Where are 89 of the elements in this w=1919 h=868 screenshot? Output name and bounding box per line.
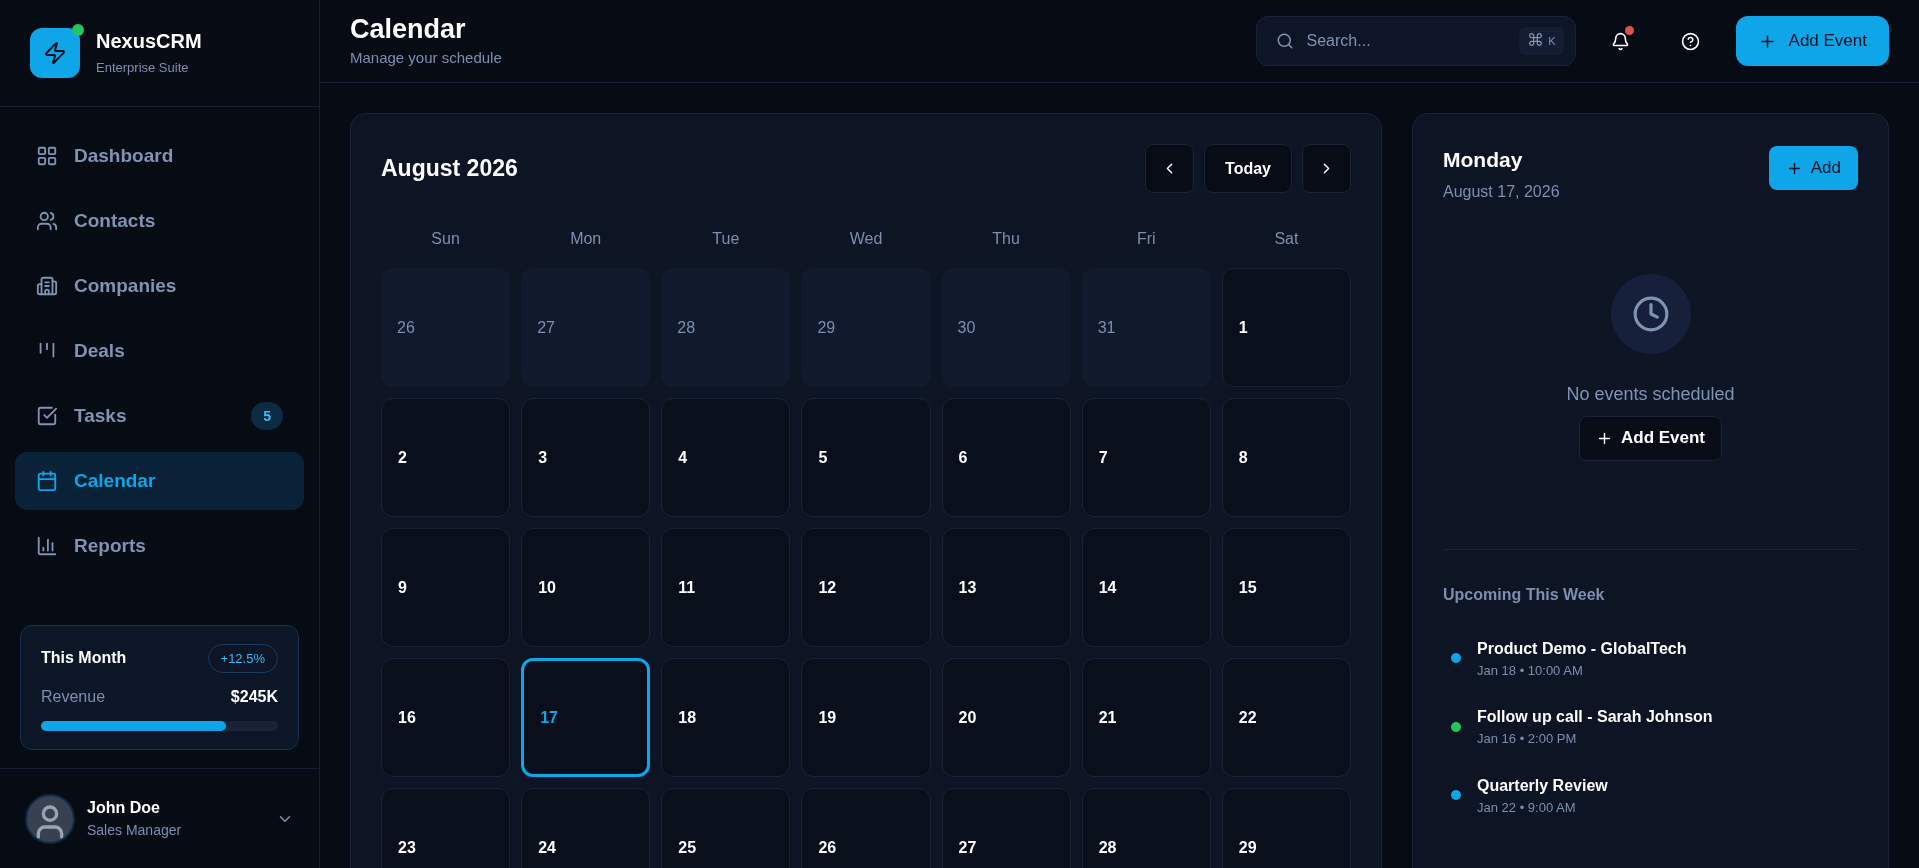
nav-item[interactable]: Dashboard [15,127,304,185]
day-cell[interactable]: 28 [1081,788,1211,868]
weekday-label: Fri [1135,229,1157,249]
day-cell[interactable]: 11 [661,528,791,647]
day-cell[interactable]: 21 [1081,658,1211,777]
day-cell[interactable]: 16 [381,658,511,777]
day-cell[interactable]: 9 [381,528,511,647]
brand-name: NexusCRM [96,28,202,54]
lightning-icon [43,41,67,65]
search-icon [1275,32,1294,50]
month-title: August 2026 [381,154,518,184]
day-cell[interactable]: 26 [381,268,511,387]
nav-item[interactable]: Reports [15,517,304,575]
card-title: This Month [41,648,127,669]
day-cell[interactable]: 29 [801,268,931,387]
day-cell[interactable]: 28 [661,268,791,387]
bar-chart-icon [36,535,58,557]
revenue-label: Revenue [41,687,106,707]
checkbox-icon [36,405,58,427]
users-icon [36,210,58,232]
day-cell[interactable]: 12 [801,528,931,647]
empty-message: No events scheduled [1566,382,1735,406]
nav-item[interactable]: Deals [15,322,304,380]
weekday-label: Wed [848,229,884,249]
day-cell[interactable]: 24 [521,788,651,868]
day-cell[interactable]: 30 [941,268,1071,387]
day-cell[interactable]: 3 [521,398,651,517]
weekday-label: Sun [430,229,461,249]
weekday-label: Tue [711,229,741,249]
help-icon [1681,31,1701,51]
brand-subtitle: Enterprise Suite [96,58,190,77]
upcoming-event[interactable]: Product Demo - GlobalTech Jan 18 • 10:00 AM [1443,636,1858,680]
user-role: Sales Manager [87,821,183,840]
day-cell[interactable]: 22 [1221,658,1351,777]
weekday-label: Sat [1273,229,1300,249]
add-event-button[interactable]: Add Event [1735,16,1889,66]
calendar-icon [36,470,58,492]
day-date: August 17, 2026 [1443,181,1560,202]
section-title: Upcoming This Week [1443,585,1605,603]
event-time: Jan 22 • 9:00 AM [1477,798,1577,817]
day-cell[interactable]: 6 [941,398,1071,517]
count-badge: 5 [251,402,283,430]
day-cell[interactable]: 20 [941,658,1071,777]
day-cell[interactable]: 2 [381,398,511,517]
day-cell[interactable]: 18 [661,658,791,777]
page-title: Calendar [350,12,467,46]
shortcut-hint: ⌘ K [1519,27,1564,55]
day-title: Monday [1443,147,1524,173]
day-cell[interactable]: 8 [1221,398,1351,517]
day-cell[interactable]: 26 [801,788,931,868]
day-cell[interactable]: 7 [1081,398,1211,517]
event-time: Jan 16 • 2:00 PM [1477,730,1578,748]
page-subtitle: Manage your schedule [350,47,503,68]
day-cell[interactable]: 15 [1221,528,1351,647]
weekday-label: Mon [569,229,603,249]
nav-item[interactable]: Contacts [15,192,304,250]
upcoming-event[interactable]: Follow up call - Sarah Johnson Jan 16 • 2:00 PM [1443,705,1858,749]
today-button[interactable]: Today [1204,144,1292,193]
day-cell[interactable]: 29 [1221,788,1351,868]
nav-item[interactable]: Calendar [15,452,304,510]
day-cell[interactable]: 14 [1081,528,1211,647]
day-cell[interactable]: 10 [521,528,651,647]
day-cell[interactable]: 4 [661,398,791,517]
day-cell[interactable]: 23 [381,788,511,868]
weekday-label: Thu [991,229,1021,249]
day-cell[interactable]: 31 [1081,268,1211,387]
clock-icon [1631,294,1670,333]
day-cell[interactable]: 5 [801,398,931,517]
nav-item[interactable]: Tasks 5 [15,387,304,445]
add-button[interactable]: Add [1768,146,1858,190]
grid-icon [36,145,58,167]
day-cell[interactable]: 1 [1221,268,1351,387]
event-title: Follow up call - Sarah Johnson [1477,707,1713,727]
revenue-value: $245K [230,687,278,707]
day-cell[interactable]: 17 [521,658,651,777]
upcoming-event[interactable]: Quarterly Review Jan 22 • 9:00 AM [1443,773,1858,817]
day-cell[interactable]: 27 [941,788,1071,868]
event-title: Product Demo - GlobalTech [1477,638,1687,659]
day-cell[interactable]: 27 [521,268,651,387]
day-cell[interactable]: 25 [661,788,791,868]
add-event-button[interactable]: Add Event [1578,415,1723,461]
event-time: Jan 18 • 10:00 AM [1477,661,1584,680]
day-cell[interactable]: 13 [941,528,1071,647]
building-icon [36,275,58,297]
day-cell[interactable]: 19 [801,658,931,777]
bell-icon [1611,31,1631,51]
event-title: Quarterly Review [1477,775,1608,796]
user-name: John Doe [87,798,161,818]
nav-item[interactable]: Companies [15,257,304,315]
